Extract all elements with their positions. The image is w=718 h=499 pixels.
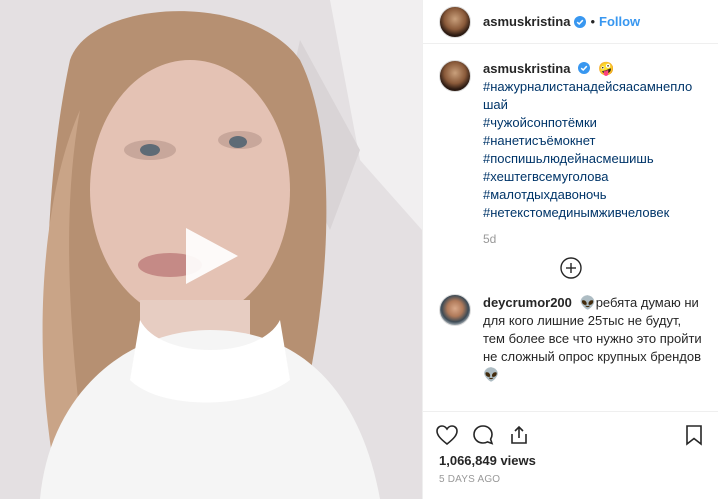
bottom-padding: [423, 485, 718, 499]
alien-emoji: 👽: [483, 367, 500, 382]
hashtag-link[interactable]: #нетекстомединымживчеловек: [483, 204, 702, 222]
plus-circle-icon[interactable]: [559, 256, 583, 280]
hashtag-link[interactable]: #малотдыхдавоночь: [483, 186, 702, 204]
caption: asmuskristina 🤪 #нажурналистанадейсяасам…: [439, 60, 702, 248]
header-username[interactable]: asmuskristina: [483, 14, 570, 29]
alien-emoji: 👽: [579, 295, 596, 310]
heart-icon[interactable]: [435, 423, 459, 447]
comment-icon[interactable]: [471, 423, 495, 447]
separator-dot: •: [590, 14, 595, 29]
action-bar: [423, 411, 718, 451]
play-icon[interactable]: [180, 226, 240, 286]
avatar[interactable]: [439, 5, 471, 38]
verified-badge-icon: [574, 15, 587, 28]
hashtag-link[interactable]: #чужойсонпотёмки: [483, 114, 702, 132]
load-more-comments-button[interactable]: [439, 256, 702, 280]
video-player[interactable]: [0, 0, 422, 499]
view-count[interactable]: 1,066,849 views: [423, 451, 718, 468]
follow-button[interactable]: Follow: [599, 14, 640, 29]
hashtag-link[interactable]: #нажурналистанадейсяасамнепло шай: [483, 78, 702, 114]
verified-badge-icon: [578, 62, 591, 74]
post-header: asmuskristina • Follow: [423, 0, 718, 44]
share-icon[interactable]: [507, 423, 531, 447]
caption-time[interactable]: 5d: [483, 230, 702, 248]
comment: deycrumor200 👽ребята думаю ни для кого л…: [439, 294, 702, 384]
post-sidebar: asmuskristina • Follow asmuskristina 🤪 #…: [422, 0, 718, 499]
instagram-post: asmuskristina • Follow asmuskristina 🤪 #…: [0, 0, 718, 499]
avatar[interactable]: [439, 60, 471, 92]
bookmark-icon[interactable]: [682, 423, 706, 447]
comments-section: asmuskristina 🤪 #нажурналистанадейсяасам…: [423, 44, 718, 411]
post-date[interactable]: 5 DAYS AGO: [423, 468, 718, 485]
hashtag-link[interactable]: #хештегвсемуголова: [483, 168, 702, 186]
zany-face-emoji: 🤪: [598, 61, 615, 76]
caption-username[interactable]: asmuskristina: [483, 61, 570, 76]
comment-body: deycrumor200 👽ребята думаю ни для кого л…: [483, 294, 702, 384]
hashtag-link[interactable]: #нанетисъёмокнет: [483, 132, 702, 150]
comment-username[interactable]: deycrumor200: [483, 295, 572, 310]
hashtag-link[interactable]: #поспишьлюдейнасмешишь: [483, 150, 702, 168]
caption-body: asmuskristina 🤪 #нажурналистанадейсяасам…: [483, 60, 702, 248]
avatar[interactable]: [439, 294, 471, 326]
